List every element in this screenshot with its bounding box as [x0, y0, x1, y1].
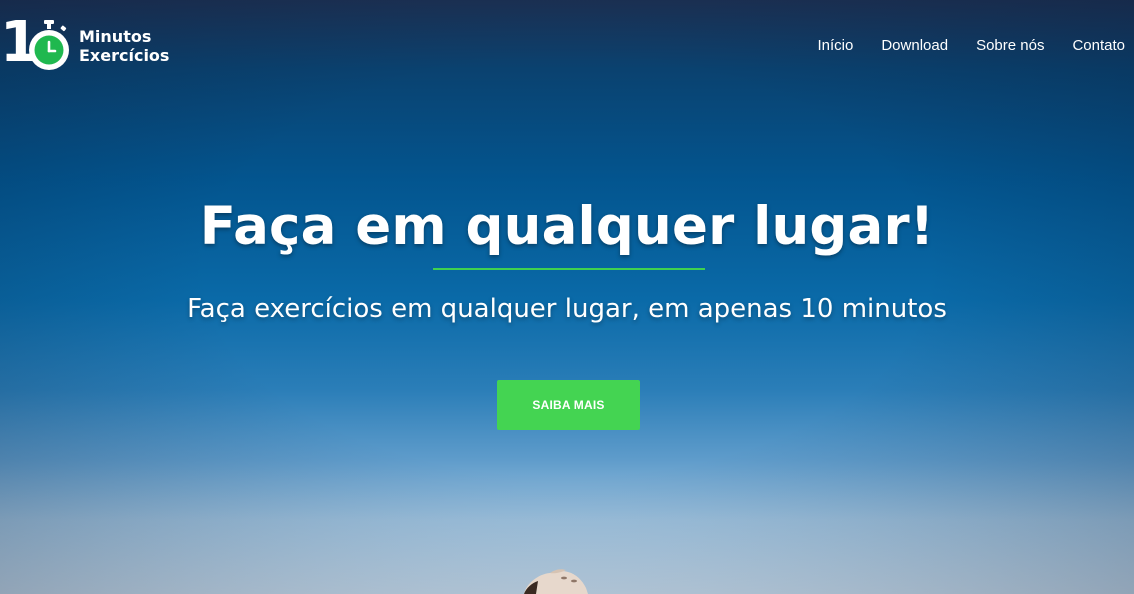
main-nav: Início Download Sobre nós Contato	[817, 37, 1125, 55]
site-logo[interactable]: 1 Minutos Exercícios	[0, 15, 169, 73]
person-photo	[524, 569, 588, 594]
stopwatch-icon	[29, 20, 69, 70]
logo-mark: 1	[0, 15, 74, 73]
hero-divider	[433, 268, 705, 270]
saiba-mais-button[interactable]: SAIBA MAIS	[497, 380, 640, 430]
hero-title: Faça em qualquer lugar!	[199, 196, 935, 257]
nav-link-contato[interactable]: Contato	[1072, 37, 1125, 55]
nav-link-inicio[interactable]: Início	[817, 37, 853, 55]
hero-subtitle: Faça exercícios em qualquer lugar, em ap…	[187, 294, 947, 324]
logo-line-1: Minutos	[79, 27, 152, 46]
logo-line-2: Exercícios	[79, 46, 170, 65]
nav-link-download[interactable]: Download	[881, 37, 948, 55]
nav-link-sobre-nos[interactable]: Sobre nós	[976, 37, 1044, 55]
logo-text: Minutos Exercícios	[79, 27, 169, 65]
